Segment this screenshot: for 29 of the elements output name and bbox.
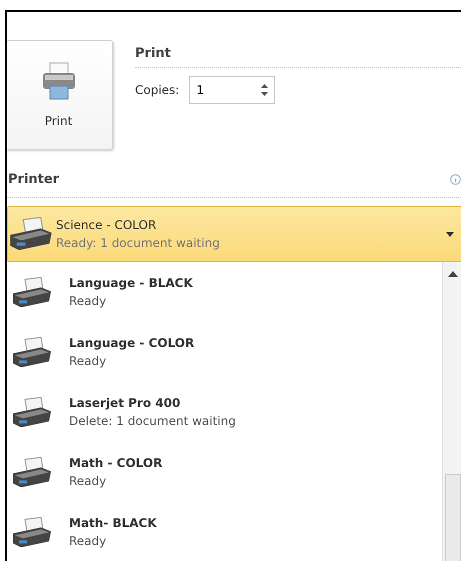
printer-name: Math - COLOR <box>69 456 164 470</box>
scrollbar[interactable] <box>442 262 461 561</box>
printer-status: Delete: 1 document waiting <box>69 414 237 428</box>
printer-status: Ready <box>69 534 108 548</box>
scroll-up-icon[interactable] <box>448 271 458 277</box>
print-button[interactable]: Print <box>7 40 113 150</box>
printer-status: Ready: 1 document waiting <box>56 236 221 250</box>
printer-list-item[interactable]: Language - BLACK Ready <box>7 262 442 322</box>
printer-status: Ready <box>69 294 108 308</box>
printer-icon <box>40 62 76 100</box>
printer-name: Language - BLACK <box>69 276 194 290</box>
section-title: Print <box>135 45 172 63</box>
section-title: Printer <box>8 172 60 187</box>
copies-label: Copies: <box>135 83 180 97</box>
dropdown-caret-icon[interactable] <box>446 232 454 236</box>
copies-spinner[interactable]: 1 <box>189 76 276 104</box>
printer-list-item[interactable]: Language - COLOR Ready <box>7 322 442 382</box>
printer-status: Ready <box>69 474 108 488</box>
printer-list-item[interactable]: Laserjet Pro 400 Delete: 1 document waiting <box>7 382 442 442</box>
printer-name: Laserjet Pro 400 <box>69 396 182 410</box>
scrollbar-thumb[interactable] <box>445 474 461 561</box>
printer-name: Language - COLOR <box>69 336 196 350</box>
printer-name: Math- BLACK <box>69 516 158 530</box>
printer-list-item[interactable]: Math - COLOR Ready <box>7 442 442 502</box>
printer-dropdown[interactable]: Science - COLOR Ready: 1 document waiting <box>7 206 461 262</box>
printer-list-item[interactable]: Math- BLACK Ready <box>7 502 442 561</box>
printer-status: Ready <box>69 354 108 368</box>
spinner-arrows-icon[interactable] <box>261 83 268 97</box>
printer-name: Science - COLOR <box>56 218 158 232</box>
